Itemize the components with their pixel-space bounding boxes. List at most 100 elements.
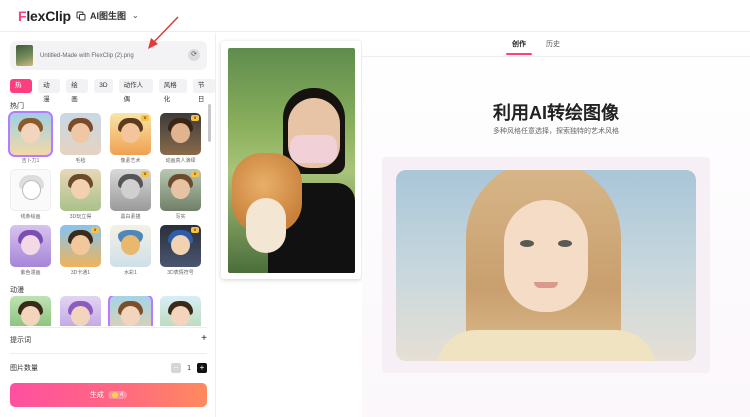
chevron-down-icon: ⌄ [132, 11, 139, 20]
page-subtitle: 多种风格任意选择，探索独特的艺术风格 [493, 128, 619, 135]
image-to-image-icon [76, 11, 86, 20]
generate-button[interactable]: 生成 4 [10, 383, 207, 407]
style-grid-hot: 吉卜力1 毛毡 ♛ 像素艺术 ♛ 动画真人演绎 线条绘画 3D玩立得 ♛ 黑白素… [8, 111, 201, 277]
style-label: 黑白素描 [120, 214, 141, 220]
section-title-hot: 热门 [10, 103, 24, 110]
style-thumbnail [60, 296, 101, 326]
tab-anime[interactable]: 动漫 [38, 79, 61, 103]
prompt-label: 提示词 [10, 337, 31, 344]
image-count-value: 1 [187, 364, 191, 372]
tab-action-figure[interactable]: 动作人偶 [118, 79, 153, 103]
thumb-face [71, 179, 90, 199]
tab-create[interactable]: 创作 [506, 39, 532, 55]
decrease-count-button[interactable]: − [171, 363, 182, 373]
style-option[interactable] [108, 296, 153, 326]
crown-icon: ♛ [191, 171, 199, 177]
thumb-face [22, 180, 41, 200]
style-option[interactable]: ♛ 动画真人演绎 [160, 113, 201, 165]
left-panel: Untitled-Made with FlexClip (2).png ⟳ 热门… [0, 33, 216, 417]
art-face [504, 200, 588, 312]
style-thumbnail: ♛ [160, 113, 201, 155]
style-thumbnail [160, 296, 201, 326]
style-option[interactable]: ♛ 3D表情符号 [160, 225, 201, 277]
crown-icon: ♛ [141, 115, 149, 121]
divider [362, 56, 750, 57]
style-option[interactable] [10, 296, 51, 326]
divider [10, 353, 207, 354]
file-thumbnail [16, 45, 33, 66]
increase-count-button[interactable]: + [197, 363, 207, 373]
thumb-face [121, 306, 140, 326]
style-thumbnail [108, 296, 153, 326]
style-option[interactable]: 3D玩立得 [60, 169, 101, 221]
page-title: 利用AI转绘图像 [493, 103, 619, 123]
image-count-stepper: − 1 + [171, 363, 207, 373]
style-label: 像素艺术 [120, 158, 141, 164]
crown-icon: ♛ [191, 227, 199, 233]
style-thumbnail [8, 111, 53, 157]
thumb-face [21, 306, 40, 326]
mode-switcher[interactable]: AI图生图 ⌄ [76, 9, 139, 22]
credit-cost: 4 [107, 391, 128, 399]
annotation-arrow [148, 16, 179, 49]
style-thumbnail: ♛ [160, 225, 201, 267]
style-label: 3D表情符号 [167, 270, 194, 276]
style-option[interactable]: ♛ 3D卡通1 [60, 225, 101, 277]
top-bar: FlexClip AI图生图 ⌄ [0, 0, 750, 32]
swap-image-icon[interactable]: ⟳ [188, 49, 200, 61]
style-label: 吉卜力1 [21, 158, 40, 164]
flexclip-logo[interactable]: FlexClip [18, 8, 71, 24]
photo-dog-chest [246, 198, 286, 253]
style-label: 3D卡通1 [70, 270, 91, 276]
style-option[interactable]: 线条绘画 [10, 169, 51, 221]
style-thumbnail [110, 225, 151, 267]
art-eye-right [558, 240, 572, 247]
tab-stylized[interactable]: 风格化 [158, 79, 187, 103]
style-option[interactable]: 水彩1 [110, 225, 151, 277]
style-option[interactable]: 毛毡 [60, 113, 101, 165]
style-label: 线条绘画 [20, 214, 41, 220]
style-option[interactable]: ♛ 像素艺术 [110, 113, 151, 165]
tab-festival[interactable]: 节日 [192, 79, 216, 103]
style-thumbnail: ♛ [110, 113, 151, 155]
style-list-scrollbar[interactable] [208, 104, 211, 142]
photo-mask [290, 135, 337, 163]
style-thumbnail: ♛ [160, 169, 201, 211]
result-tabs: 创作 历史 [506, 39, 560, 55]
source-image-preview[interactable] [221, 41, 361, 279]
credit-cost-value: 4 [119, 392, 124, 398]
tab-3d[interactable]: 3D [94, 79, 113, 93]
thumb-face [171, 123, 190, 143]
thumb-face [71, 306, 90, 326]
style-option[interactable]: 吉卜力1 [8, 111, 53, 165]
thumb-face [71, 123, 90, 143]
example-artwork [396, 170, 696, 361]
style-thumbnail [10, 296, 51, 326]
style-option[interactable]: ♛ 写实 [160, 169, 201, 221]
thumb-face [21, 235, 40, 255]
crown-icon: ♛ [141, 171, 149, 177]
style-option[interactable] [160, 296, 201, 326]
file-name: Untitled-Made with FlexClip (2).png [40, 52, 134, 59]
image-count-label: 图片数量 [10, 365, 38, 372]
tab-hot[interactable]: 热门 [10, 79, 33, 103]
tab-painting[interactable]: 绘画 [66, 79, 89, 103]
mode-label: AI图生图 [90, 11, 127, 21]
style-category-tabs: 热门 动漫 绘画 3D 动作人偶 风格化 节日 [10, 79, 216, 103]
style-label: 水彩1 [124, 270, 137, 276]
thumb-face [121, 235, 140, 255]
crown-icon: ♛ [91, 227, 99, 233]
style-option[interactable]: ♛ 黑白素描 [110, 169, 151, 221]
thumb-face [121, 123, 140, 143]
tab-history[interactable]: 历史 [546, 39, 560, 55]
style-option[interactable] [60, 296, 101, 326]
example-frame [382, 157, 710, 373]
thumb-face [21, 123, 40, 143]
prompt-row[interactable]: 提示词 + [10, 334, 207, 345]
generate-label: 生成 [89, 392, 104, 399]
style-grid-anime [10, 296, 201, 326]
source-photo [228, 48, 355, 273]
add-prompt-icon[interactable]: + [201, 334, 207, 345]
style-label: 紫色漫画 [20, 270, 41, 276]
style-option[interactable]: 紫色漫画 [10, 225, 51, 277]
